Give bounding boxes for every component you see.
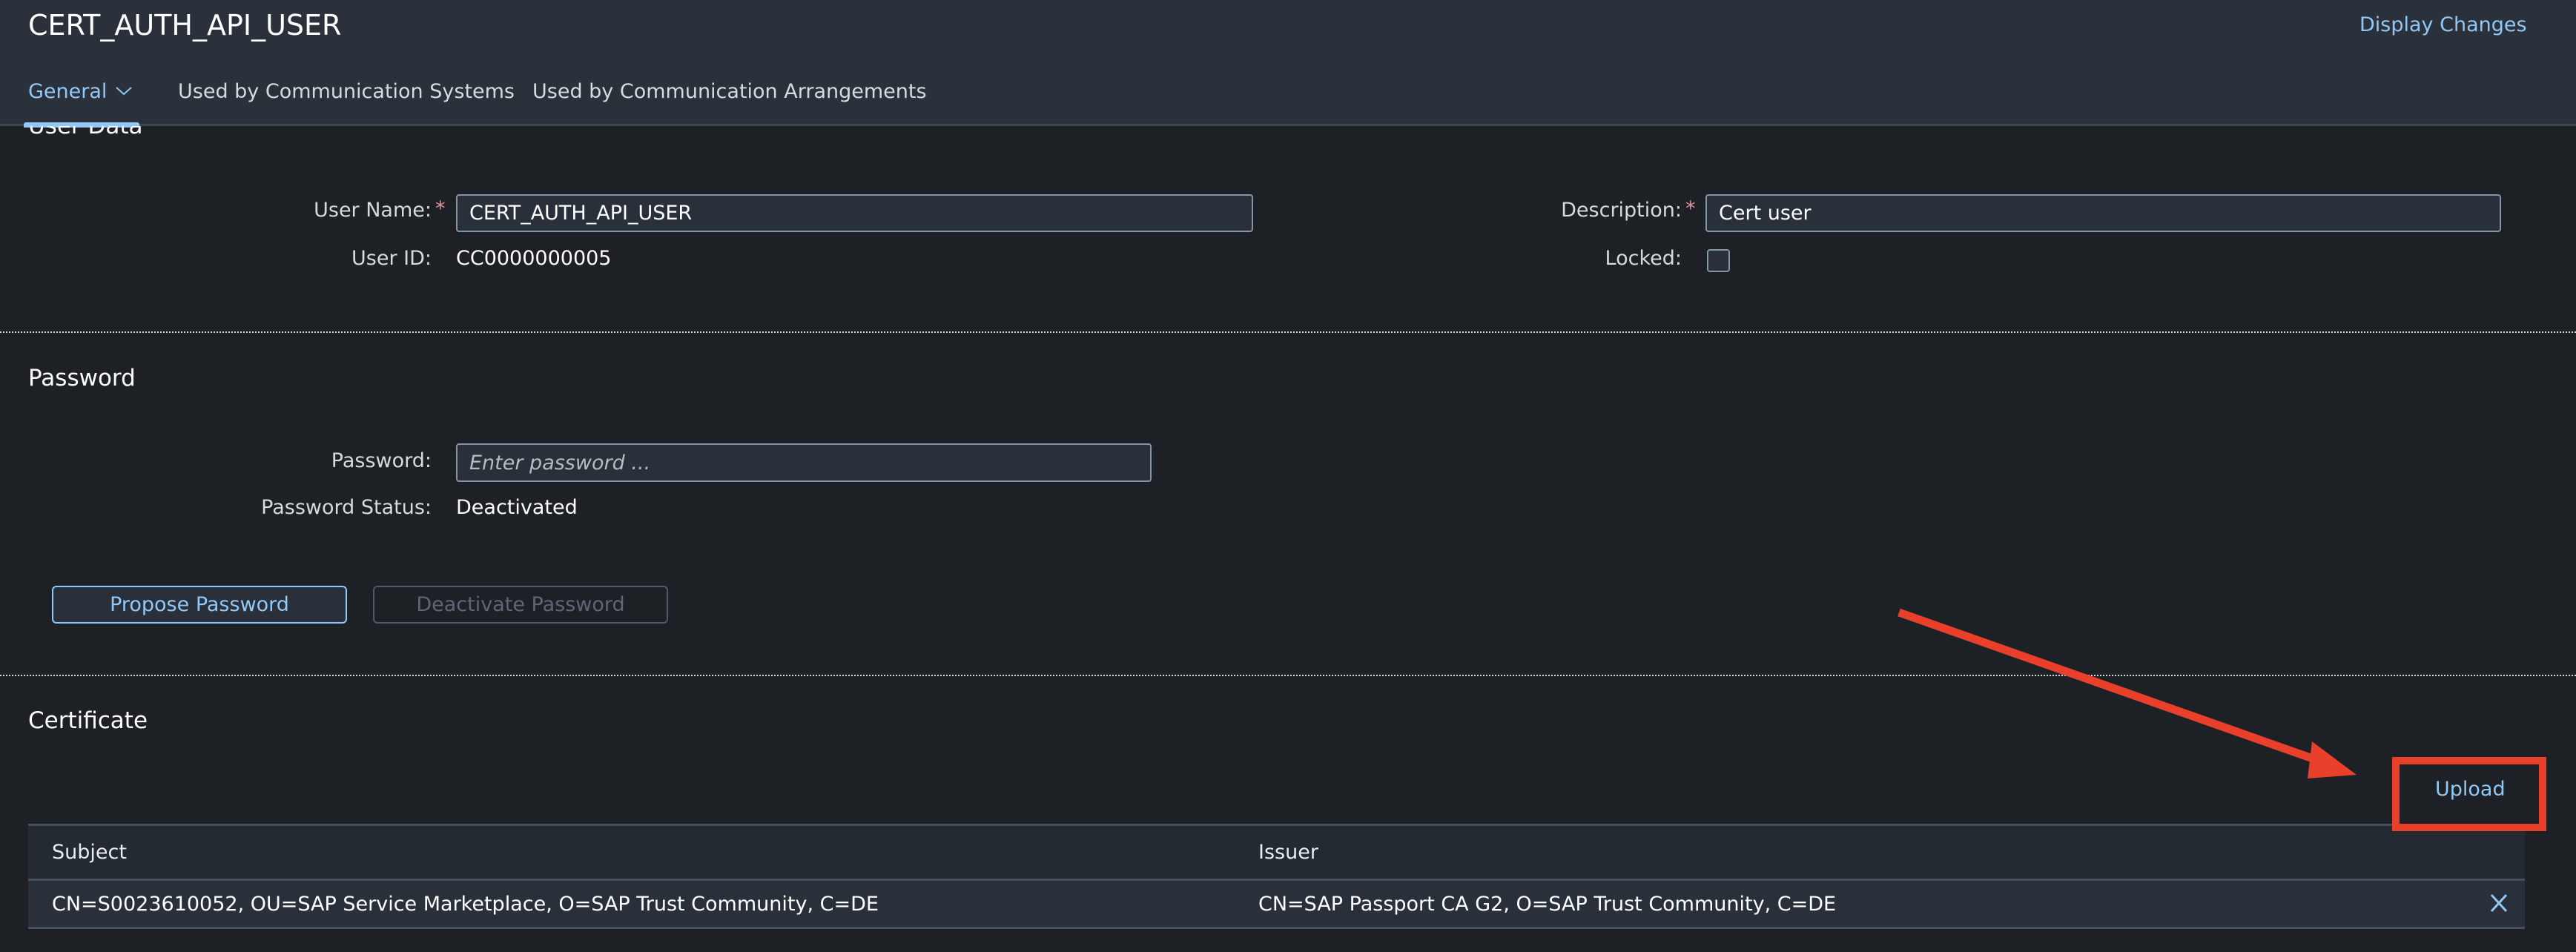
- section-title-user-data: User Data: [28, 126, 143, 145]
- section-title-password: Password: [28, 365, 136, 391]
- table-header-row: Subject Issuer: [28, 824, 2525, 879]
- required-marker: *: [1685, 197, 1696, 220]
- delete-icon[interactable]: [2488, 891, 2510, 915]
- password-status-label: Password Status:: [261, 496, 432, 519]
- column-header-issuer[interactable]: Issuer: [1258, 841, 1318, 864]
- object-page-header: [0, 0, 2576, 126]
- tab-used-by-communication-arrangements[interactable]: Used by Communication Arrangements: [532, 80, 927, 103]
- locked-checkbox[interactable]: [1707, 249, 1730, 272]
- tab-general[interactable]: General: [28, 80, 107, 103]
- page-title: CERT_AUTH_API_USER: [28, 9, 342, 42]
- description-input[interactable]: [1705, 194, 2501, 232]
- user-id-label: User ID:: [351, 247, 432, 270]
- deactivate-password-button[interactable]: Deactivate Password: [373, 586, 668, 624]
- display-changes-link[interactable]: Display Changes: [2359, 13, 2527, 36]
- annotation-arrow-shaft: [1898, 608, 2322, 766]
- table-row[interactable]: CN=S0023610052, OU=SAP Service Marketpla…: [28, 879, 2525, 929]
- column-header-subject[interactable]: Subject: [52, 841, 127, 864]
- user-id-value: CC0000000005: [456, 247, 612, 270]
- chevron-down-icon[interactable]: [114, 83, 133, 98]
- password-status-value: Deactivated: [456, 496, 578, 519]
- user-name-label: User Name:: [314, 199, 432, 222]
- locked-label: Locked:: [1605, 247, 1682, 270]
- certificate-table: Subject Issuer CN=S0023610052, OU=SAP Se…: [28, 824, 2525, 929]
- section-title-user-data-text: User Data: [28, 126, 143, 139]
- description-label: Description:: [1561, 199, 1682, 222]
- section-separator: [0, 331, 2576, 333]
- annotation-arrow: [1898, 608, 2357, 779]
- section-separator: [0, 675, 2576, 676]
- required-marker: *: [435, 197, 446, 220]
- tab-used-by-communication-systems[interactable]: Used by Communication Systems: [178, 80, 515, 103]
- propose-password-button[interactable]: Propose Password: [52, 586, 347, 624]
- annotation-arrow-head: [2308, 741, 2357, 779]
- issuer-cell: CN=SAP Passport CA G2, O=SAP Trust Commu…: [1258, 893, 1837, 916]
- subject-cell: CN=S0023610052, OU=SAP Service Marketpla…: [52, 893, 879, 916]
- password-input[interactable]: [456, 443, 1152, 482]
- user-name-input[interactable]: [456, 194, 1253, 232]
- section-title-certificate: Certificate: [28, 707, 148, 734]
- annotation-highlight-box: [2392, 757, 2546, 831]
- password-label: Password:: [331, 449, 432, 472]
